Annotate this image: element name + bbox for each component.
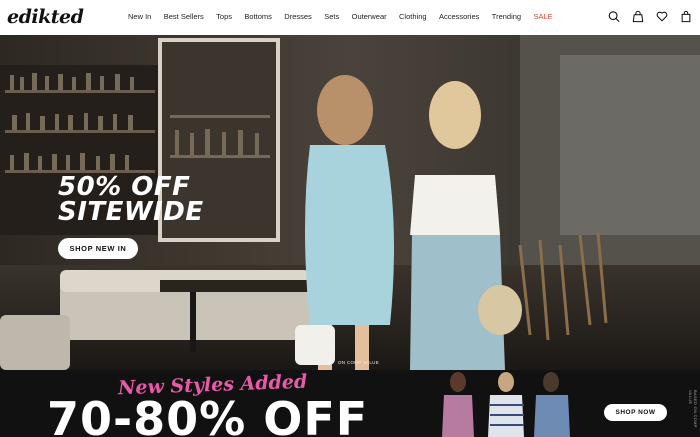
shop-now-button[interactable]: SHOP NOW (604, 404, 667, 421)
promo-headline: 70-80% OFF (47, 392, 369, 437)
nav-item-accessories[interactable]: Accessories (439, 12, 479, 21)
header-icons (608, 10, 692, 23)
promo-side-disclaimer: BASED ON COMP VALUE (688, 390, 698, 428)
nav-item-sale[interactable]: SALE (533, 12, 552, 21)
hero-headline-line2: SITEWIDE (58, 197, 204, 227)
nav-item-best-sellers[interactable]: Best Sellers (164, 12, 204, 21)
promo-banner[interactable]: New Styles Added 70-80% OFF SHOP NOW BAS… (0, 370, 700, 437)
hero-disclaimer: ON COMP VALUE (338, 360, 379, 365)
nav-item-bottoms[interactable]: Bottoms (244, 12, 272, 21)
nav-item-outerwear[interactable]: Outerwear (352, 12, 387, 21)
hero-banner[interactable]: 50% OFF SITEWIDE SHOP NEW IN ON COMP VAL… (0, 35, 700, 370)
heart-icon[interactable] (656, 10, 668, 23)
main-nav: New In Best Sellers Tops Bottoms Dresses… (128, 12, 565, 21)
nav-item-clothing[interactable]: Clothing (399, 12, 427, 21)
search-icon[interactable] (608, 10, 620, 23)
nav-item-dresses[interactable]: Dresses (284, 12, 312, 21)
promo-models-image (442, 372, 570, 437)
nav-item-sets[interactable]: Sets (324, 12, 339, 21)
nav-item-tops[interactable]: Tops (216, 12, 232, 21)
nav-item-new-in[interactable]: New In (128, 12, 151, 21)
nav-item-trending[interactable]: Trending (492, 12, 521, 21)
account-icon[interactable] (632, 10, 644, 23)
bag-icon[interactable] (680, 10, 692, 23)
shop-new-in-button[interactable]: SHOP NEW IN (58, 238, 138, 259)
hero-headline: 50% OFF SITEWIDE (58, 174, 204, 227)
site-header: edikted New In Best Sellers Tops Bottoms… (0, 0, 700, 35)
brand-logo[interactable]: edikted (7, 6, 84, 28)
